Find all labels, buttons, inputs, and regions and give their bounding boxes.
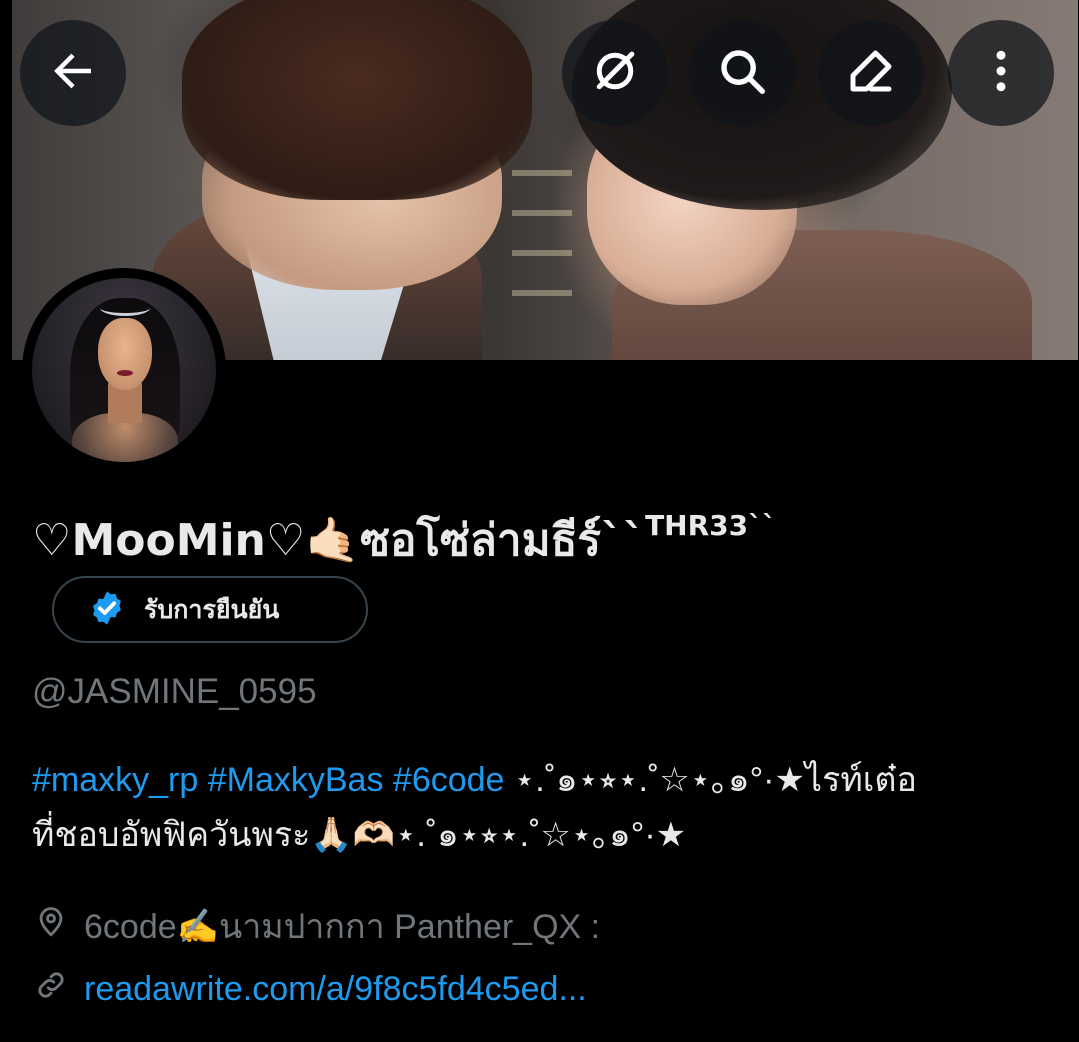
display-name: ♡MooMin♡🤙🏻ซอโซ่ล่ามธีร์`` THR33``: [32, 505, 776, 575]
location-text: 6code✍️นามปากกา Panther_QX :: [84, 908, 601, 946]
grok-icon: [588, 44, 642, 102]
bio: #maxky_rp #MaxkyBas #6code ⋆.˚๑⋆⭒⋆.˚☆⋆｡๑…: [32, 753, 1042, 863]
more-button[interactable]: [948, 20, 1054, 126]
bio-text-line1: ⋆.˚๑⋆⭒⋆.˚☆⋆｡๑°·★ไรท์เต๋อ: [504, 761, 917, 799]
display-name-suffix: THR33``: [645, 509, 777, 542]
location-pin-icon: [34, 905, 68, 948]
verified-button[interactable]: รับการยืนยัน: [52, 576, 368, 643]
hashtag-link[interactable]: #maxky_rp: [32, 761, 198, 799]
website-row: readawrite.com/a/9f8c5fd4c5ed...: [34, 968, 587, 1011]
search-icon: [715, 44, 769, 102]
back-button[interactable]: [20, 20, 126, 126]
more-vertical-icon: [974, 44, 1028, 102]
verified-badge-icon: [88, 589, 126, 631]
grok-button[interactable]: [562, 20, 668, 126]
arrow-left-icon: [46, 44, 100, 102]
hashtag-link[interactable]: #MaxkyBas: [208, 761, 384, 799]
avatar-image: [32, 278, 216, 462]
link-icon: [34, 968, 68, 1011]
bio-text-line2: ที่ชอบอัพฟิควันพระ🙏🏻🫶🏻⋆.˚๑⋆⭒⋆.˚☆⋆｡๑°·★: [32, 816, 687, 854]
profile-page: ♡MooMin♡🤙🏻ซอโซ่ล่ามธีร์`` THR33`` รับการ…: [0, 0, 1079, 1042]
verified-label: รับการยืนยัน: [144, 594, 280, 624]
hashtag-link[interactable]: #6code: [393, 761, 505, 799]
search-button[interactable]: [689, 20, 795, 126]
edit-button[interactable]: [818, 20, 924, 126]
display-name-text: ♡MooMin♡🤙🏻ซอโซ่ล่ามธีร์``: [32, 515, 646, 566]
avatar[interactable]: [22, 268, 226, 472]
user-handle: @JASMINE_0595: [32, 672, 317, 711]
pencil-icon: [844, 44, 898, 102]
website-link[interactable]: readawrite.com/a/9f8c5fd4c5ed...: [84, 970, 587, 1009]
location-row: 6code✍️นามปากกา Panther_QX :: [34, 899, 600, 953]
